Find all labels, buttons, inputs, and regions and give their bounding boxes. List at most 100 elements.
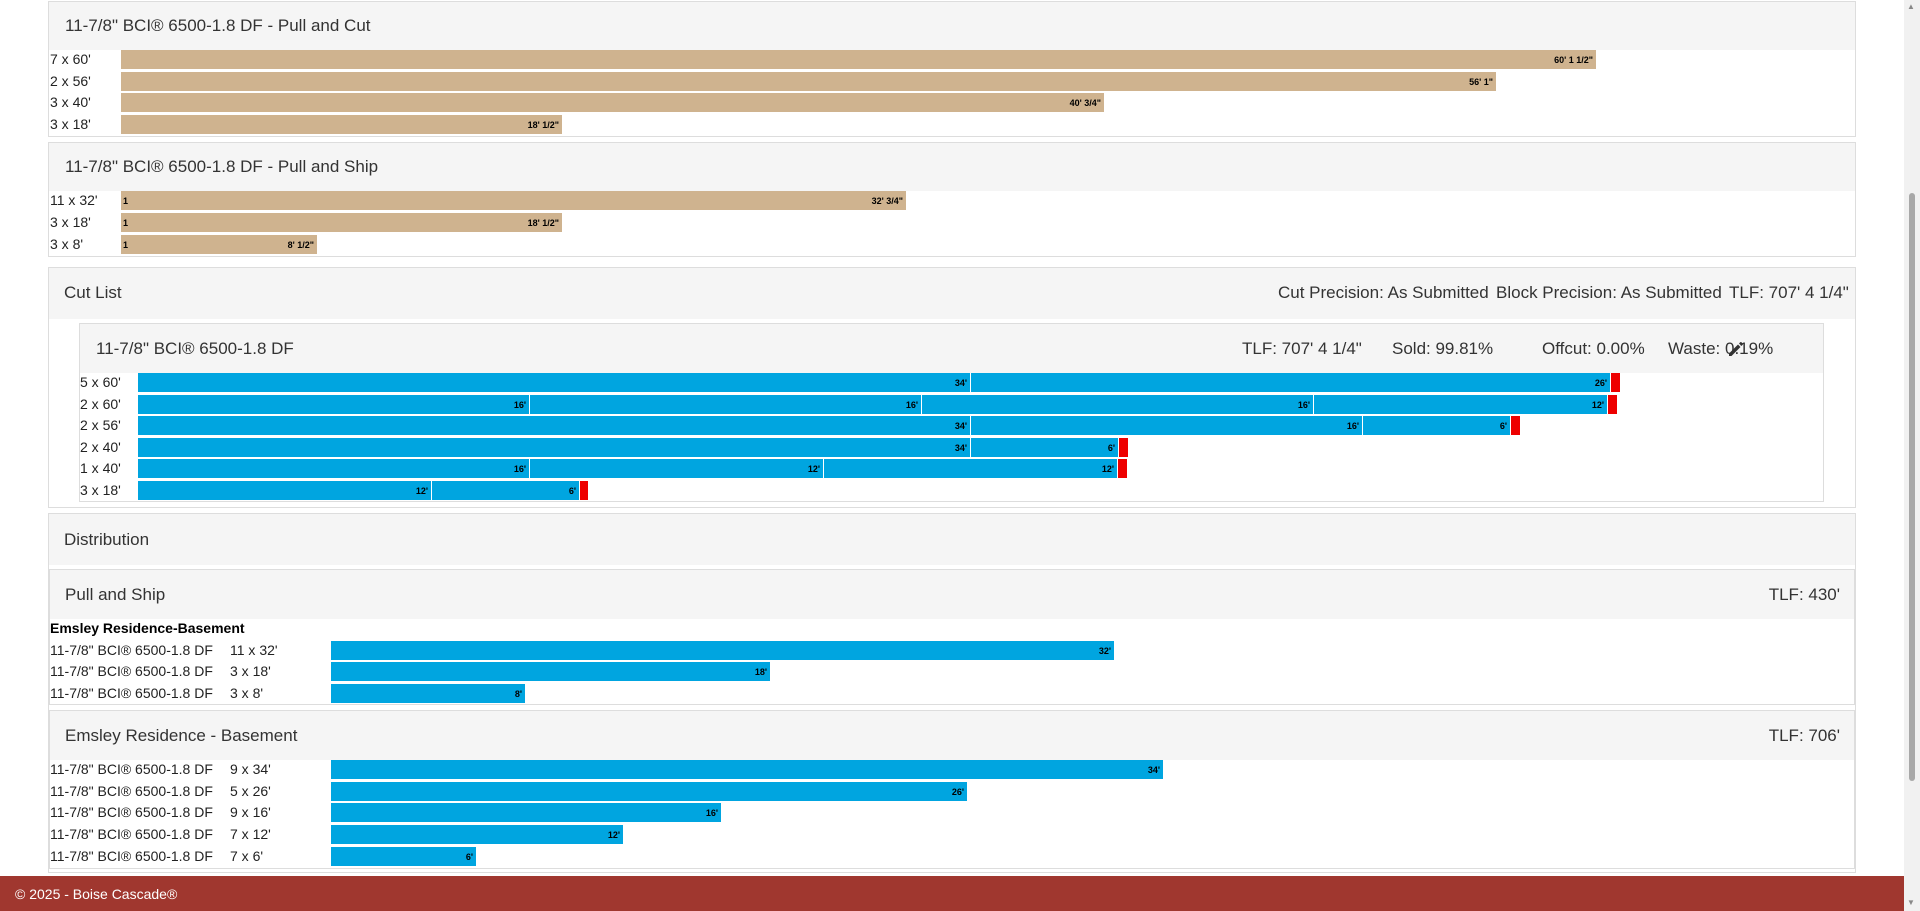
cut-length-label: 34' [954, 442, 967, 453]
row-product-label: 11-7/8" BCI® 6500-1.8 DF [50, 826, 213, 842]
scroll-down-arrow-icon[interactable]: ▼ [1907, 898, 1915, 907]
cut-length-label: 16' [513, 463, 526, 474]
cut-length-label: 16' [1297, 399, 1310, 410]
stock-bar: 1 8' 1/2" [121, 235, 318, 254]
pull-and-cut-title: 11-7/8" BCI® 6500-1.8 DF - Pull and Cut [65, 16, 371, 35]
product-tlf: TLF: 707' 4 1/4" [1242, 339, 1362, 358]
dist-pull-and-ship-tlf: TLF: 430' [1768, 585, 1840, 604]
row-label: 11 x 32' [50, 192, 98, 208]
stock-bar: 1 18' 1/2" [121, 213, 563, 232]
cut-segment: 34' [138, 373, 971, 392]
cut-segment: 26' [971, 373, 1611, 392]
bar-length-label: 60' 1 1/2" [1554, 54, 1593, 65]
cut-segment: 16' [971, 416, 1363, 435]
bar-quantity-label: 1 [123, 239, 129, 250]
cut-length-label: 6' [568, 485, 576, 496]
pull-and-ship-header: 11-7/8" BCI® 6500-1.8 DF - Pull and Ship [49, 143, 1855, 191]
bar-length-label: 32' 3/4" [871, 195, 903, 206]
stock-bar: 1 32' 3/4" [121, 191, 907, 210]
row-label: 2 x 40' [80, 439, 121, 455]
row-quantity-label: 7 x 6' [230, 848, 264, 864]
waste-segment [1119, 438, 1128, 457]
row-label: 2 x 60' [80, 396, 121, 412]
row-label: 7 x 60' [50, 51, 91, 67]
distribution-header: Distribution [49, 514, 1855, 565]
dist-basement-title: Emsley Residence - Basement [65, 726, 298, 745]
block-precision: Block Precision: As Submitted [1496, 283, 1722, 302]
distribution-bar: 16' [331, 803, 722, 822]
scroll-up-arrow-icon[interactable]: ▲ [1907, 2, 1915, 11]
pull-and-ship-title: 11-7/8" BCI® 6500-1.8 DF - Pull and Ship [65, 157, 379, 176]
footer-copyright: © 2025 - Boise Cascade® [15, 886, 178, 902]
bar-quantity-label: 1 [123, 195, 129, 206]
cut-segment: 12' [138, 481, 432, 500]
dist-pull-and-ship-title: Pull and Ship [65, 585, 166, 604]
distribution-group-name: Emsley Residence-Basement [50, 620, 245, 636]
distribution-bar: 6' [331, 847, 477, 866]
cut-segment: 34' [138, 438, 971, 457]
stock-bar: 56' 1" [121, 72, 1497, 91]
distribution-bar: 12' [331, 825, 624, 844]
pencil-icon[interactable] [1725, 338, 1747, 360]
waste-percent: Waste: 0.19% [1668, 339, 1774, 358]
bar-length-label: 32' [1098, 645, 1111, 656]
row-product-label: 11-7/8" BCI® 6500-1.8 DF [50, 848, 213, 864]
cut-segment: 16' [922, 395, 1314, 414]
bar-length-label: 16' [705, 807, 718, 818]
bar-length-label: 18' 1/2" [527, 217, 559, 228]
row-label: 5 x 60' [80, 374, 121, 390]
scrollbar-thumb[interactable] [1909, 193, 1915, 781]
waste-segment [1118, 459, 1127, 478]
cut-segment: 6' [432, 481, 580, 500]
row-quantity-label: 3 x 8' [230, 685, 264, 701]
dist-pull-and-ship-header: Pull and Ship TLF: 430' [50, 570, 1854, 619]
cut-length-label: 34' [954, 420, 967, 431]
dist-basement-tlf: TLF: 706' [1768, 726, 1840, 745]
cut-list-header: Cut List Cut Precision: As Submitted Blo… [49, 268, 1855, 319]
sold-percent: Sold: 99.81% [1392, 339, 1494, 358]
cut-length-label: 16' [1346, 420, 1359, 431]
cut-list-tlf: TLF: 707' 4 1/4" [1729, 283, 1849, 302]
row-product-label: 11-7/8" BCI® 6500-1.8 DF [50, 804, 213, 820]
distribution-bar: 34' [331, 760, 1164, 779]
cut-length-label: 16' [905, 399, 918, 410]
bar-length-label: 12' [607, 829, 620, 840]
row-quantity-label: 9 x 16' [230, 804, 271, 820]
row-label: 3 x 40' [50, 94, 91, 110]
cut-segment: 12' [824, 459, 1118, 478]
bar-length-label: 18' 1/2" [527, 119, 559, 130]
waste-segment [580, 481, 588, 500]
row-label: 3 x 18' [50, 214, 91, 230]
bar-length-label: 34' [1147, 764, 1160, 775]
waste-segment [1608, 395, 1617, 414]
cut-length-label: 6' [1107, 442, 1115, 453]
bar-quantity-label: 1 [123, 217, 129, 228]
waste-segment [1511, 416, 1520, 435]
cut-list-title: Cut List [64, 283, 122, 302]
row-label: 2 x 56' [50, 73, 91, 89]
cut-length-label: 16' [513, 399, 526, 410]
cut-length-label: 12' [1101, 463, 1114, 474]
row-product-label: 11-7/8" BCI® 6500-1.8 DF [50, 783, 213, 799]
distribution-bar: 32' [331, 641, 1115, 660]
bar-length-label: 56' 1" [1469, 76, 1493, 87]
cut-list-product-header: 11-7/8" BCI® 6500-1.8 DF TLF: 707' 4 1/4… [80, 324, 1823, 373]
row-label: 3 x 18' [80, 482, 121, 498]
cut-length-label: 12' [1591, 399, 1604, 410]
cut-segment: 16' [138, 395, 530, 414]
row-quantity-label: 7 x 12' [230, 826, 271, 842]
row-quantity-label: 11 x 32' [230, 642, 278, 658]
row-product-label: 11-7/8" BCI® 6500-1.8 DF [50, 663, 213, 679]
bar-length-label: 26' [951, 786, 964, 797]
cut-segment: 12' [1314, 395, 1608, 414]
bar-length-label: 6' [465, 851, 473, 862]
cut-segment: 16' [138, 459, 530, 478]
row-label: 3 x 18' [50, 116, 91, 132]
row-label: 1 x 40' [80, 460, 121, 476]
stock-bar: 60' 1 1/2" [121, 50, 1597, 69]
cut-length-label: 6' [1499, 420, 1507, 431]
cut-segment: 6' [971, 438, 1119, 457]
row-product-label: 11-7/8" BCI® 6500-1.8 DF [50, 642, 213, 658]
cut-length-label: 12' [415, 485, 428, 496]
bar-length-label: 40' 3/4" [1069, 97, 1101, 108]
